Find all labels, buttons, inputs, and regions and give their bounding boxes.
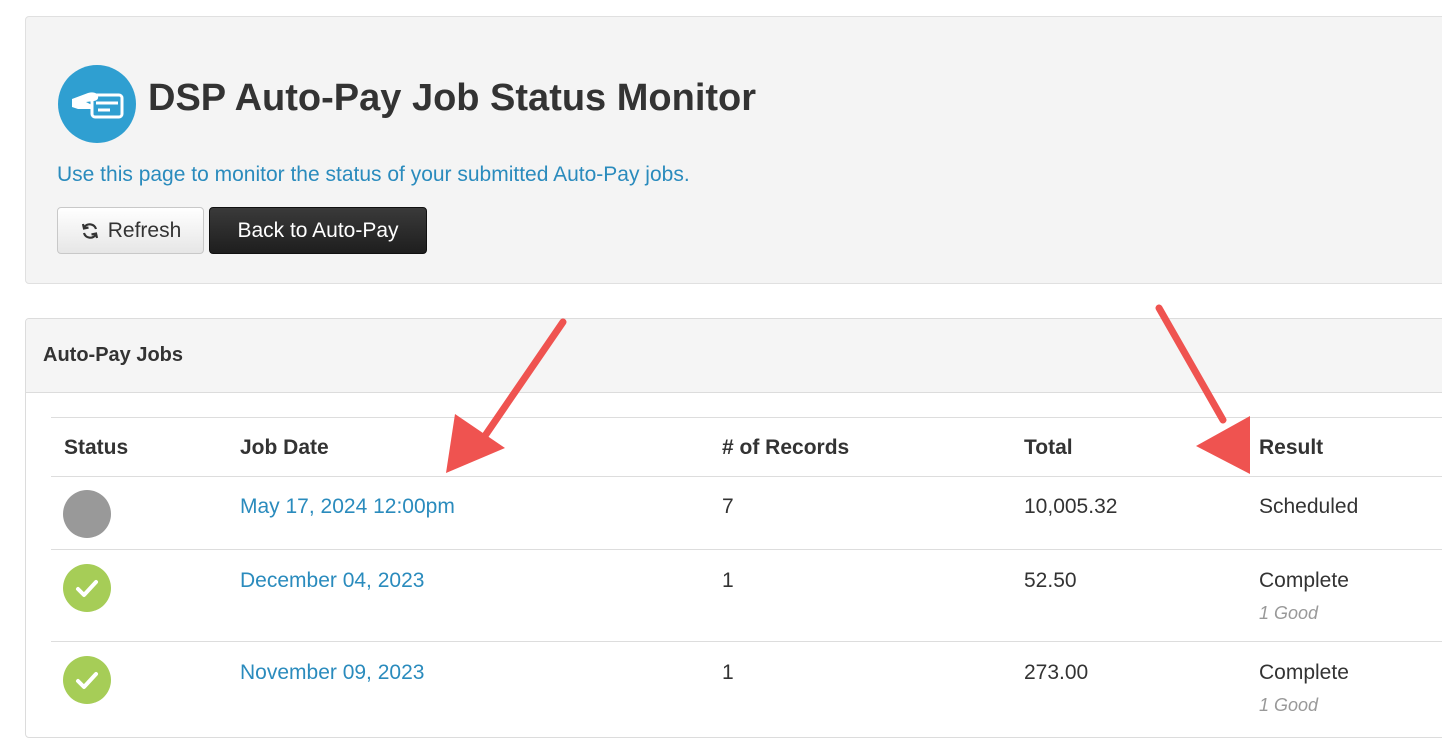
job-date-link[interactable]: May 17, 2024 12:00pm: [240, 495, 455, 519]
table-divider: [51, 549, 1442, 550]
status-complete-check-icon: [63, 564, 111, 612]
records-count: 7: [722, 495, 734, 518]
header-panel: DSP Auto-Pay Job Status Monitor Use this…: [25, 16, 1442, 284]
table-divider: [51, 641, 1442, 642]
status-scheduled-icon: [63, 490, 111, 538]
column-header-records: # of Records: [722, 436, 850, 459]
job-total: 52.50: [1024, 569, 1077, 592]
back-to-autopay-button[interactable]: Back to Auto-Pay: [209, 207, 427, 254]
column-header-result: Result: [1259, 436, 1324, 459]
refresh-icon: [81, 222, 98, 239]
page-title: DSP Auto-Pay Job Status Monitor: [148, 77, 757, 119]
table-divider: [51, 417, 1442, 418]
column-header-job-date: Job Date: [240, 436, 329, 459]
job-date-link[interactable]: November 09, 2023: [240, 661, 424, 685]
job-result: Scheduled: [1259, 495, 1359, 518]
column-header-status: Status: [64, 436, 129, 459]
job-total: 273.00: [1024, 661, 1089, 684]
job-total: 10,005.32: [1024, 495, 1118, 518]
job-date-link[interactable]: December 04, 2023: [240, 569, 424, 593]
refresh-button[interactable]: Refresh: [57, 207, 204, 254]
job-result: Complete: [1259, 569, 1349, 592]
jobs-panel-heading: Auto-Pay Jobs: [26, 319, 1442, 393]
records-count: 1: [722, 661, 734, 684]
table-divider: [51, 476, 1442, 477]
payment-hand-card-icon: [58, 65, 136, 143]
job-result: Complete: [1259, 661, 1349, 684]
job-result-detail: 1 Good: [1259, 603, 1319, 623]
jobs-panel-title: Auto-Pay Jobs: [43, 344, 184, 366]
status-complete-check-icon: [63, 656, 111, 704]
job-result-detail: 1 Good: [1259, 695, 1319, 715]
back-button-label: Back to Auto-Pay: [237, 218, 399, 242]
page-subtitle: Use this page to monitor the status of y…: [57, 163, 690, 186]
jobs-panel: Auto-Pay Jobs Status Job Date # of Recor…: [25, 318, 1442, 738]
records-count: 1: [722, 569, 734, 592]
column-header-total: Total: [1024, 436, 1073, 459]
refresh-button-label: Refresh: [107, 218, 182, 242]
